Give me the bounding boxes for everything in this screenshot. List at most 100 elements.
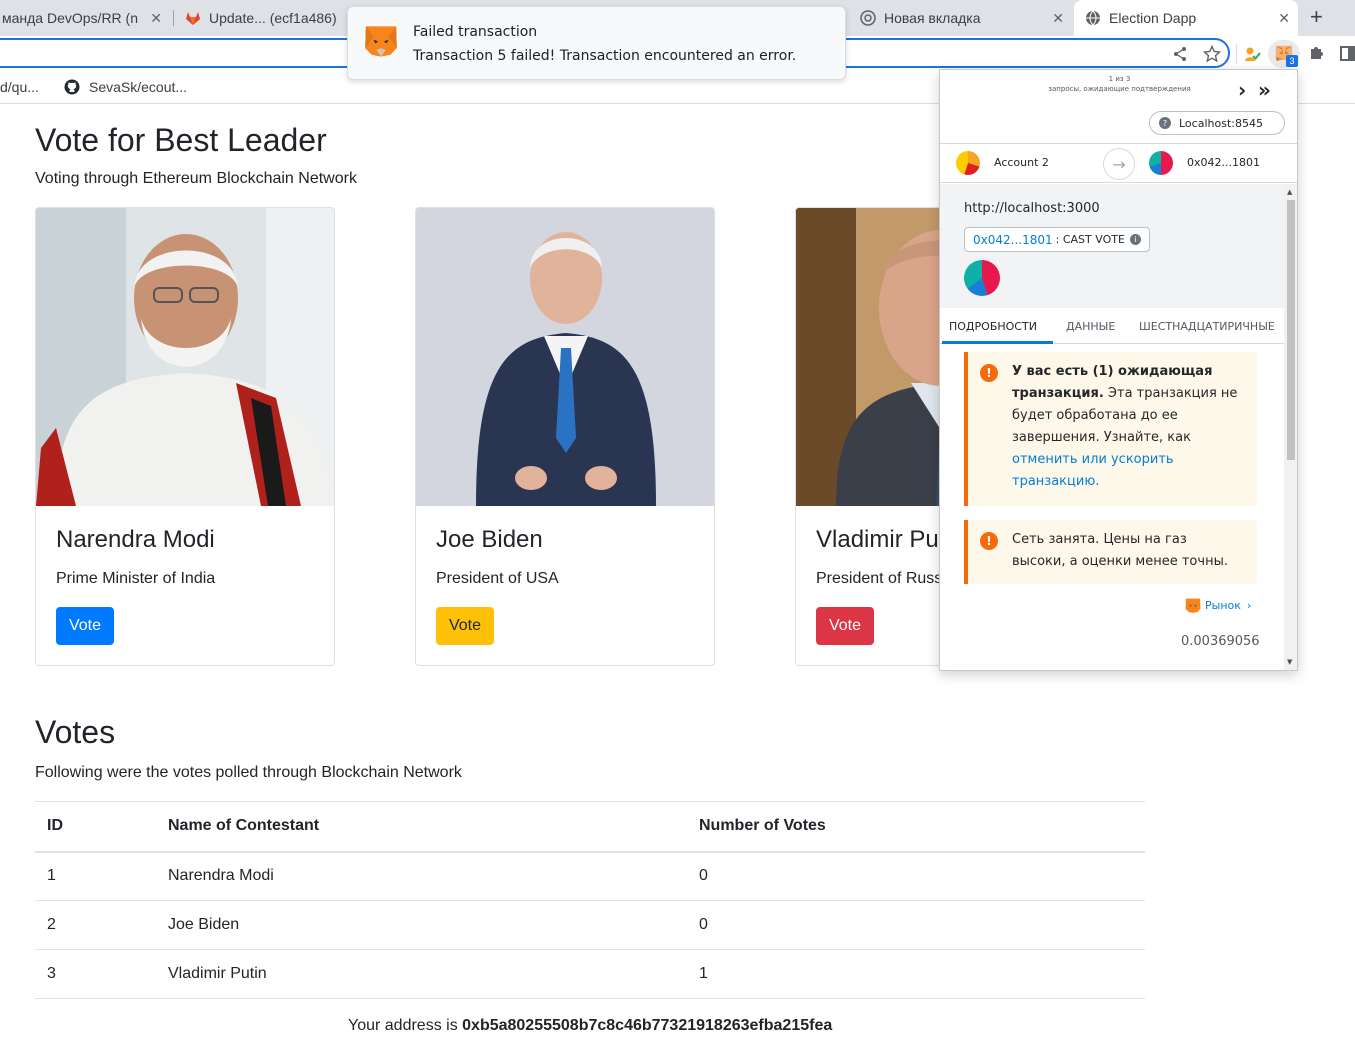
github-icon xyxy=(64,79,80,95)
close-icon[interactable]: ✕ xyxy=(1052,10,1064,27)
market-label: Рынок xyxy=(1205,599,1241,612)
to-account-address[interactable]: 0x042...1801 xyxy=(1187,156,1260,169)
candidate-role: Prime Minister of India xyxy=(56,570,216,587)
tab-election-dapp[interactable]: Election Dapp ✕ xyxy=(1074,0,1298,36)
cell-name: Narendra Modi xyxy=(156,851,687,901)
from-account-name: Account 2 xyxy=(994,156,1049,169)
cell-votes: 1 xyxy=(687,949,1145,999)
wallet-address: 0xb5a80255508b7c8c46b77321918263efba215f… xyxy=(462,1017,833,1034)
close-icon[interactable]: ✕ xyxy=(1278,10,1290,27)
notification-message: Transaction 5 failed! Transaction encoun… xyxy=(413,48,797,64)
question-icon: ? xyxy=(1159,117,1171,129)
table-header-row: ID Name of Contestant Number of Votes xyxy=(35,801,1145,853)
candidate-card: Joe Biden President of USA Vote xyxy=(415,207,715,666)
alert-text: У вас есть (1) ожидающая транзакция. Эта… xyxy=(1012,361,1242,493)
vote-button[interactable]: Vote xyxy=(436,607,494,645)
metamask-popup: 1 из 3 запросы, ожидающие подтверждения … xyxy=(939,69,1298,671)
gitlab-icon xyxy=(186,12,200,25)
bookmark-label: SevaSk/ecout... xyxy=(89,79,188,95)
arrow-right-icon: → xyxy=(1103,148,1135,180)
cancel-speedup-link[interactable]: отменить или ускорить транзакцию. xyxy=(1012,452,1174,489)
tab-new-tab[interactable]: Новая вкладка ✕ xyxy=(850,0,1072,36)
scroll-up-arrow[interactable]: ▲ xyxy=(1287,188,1292,196)
tab-label: манда DevOps/RR (n xyxy=(2,10,139,26)
candidate-role: President of Russia xyxy=(816,570,955,587)
last-request-icon[interactable]: » xyxy=(1258,78,1271,102)
votes-title: Votes xyxy=(35,714,116,750)
next-request-icon[interactable]: › xyxy=(1238,78,1246,102)
bookmark-label: d/qu... xyxy=(0,79,39,95)
scroll-down-arrow[interactable]: ▼ xyxy=(1287,658,1292,666)
table-row: 3 Vladimir Putin 1 xyxy=(35,949,1145,999)
metamask-fox-icon xyxy=(365,26,397,57)
new-tab-button[interactable]: + xyxy=(1310,6,1323,28)
vote-button[interactable]: Vote xyxy=(816,607,874,645)
votes-subtitle: Following were the votes polled through … xyxy=(35,764,462,781)
cell-name: Vladimir Putin xyxy=(156,949,687,999)
failed-transaction-notification[interactable]: Failed transaction Transaction 5 failed!… xyxy=(347,6,846,80)
origin-url: http://localhost:3000 xyxy=(964,201,1100,216)
cell-id: 1 xyxy=(35,851,156,901)
tab-label: Новая вкладка xyxy=(884,10,981,26)
network-busy-alert: ! Сеть занята. Цены на газ высоки, а оце… xyxy=(964,520,1257,584)
candidate-name: Narendra Modi xyxy=(56,526,215,553)
account-row: Account 2 → 0x042...1801 xyxy=(940,143,1297,183)
candidate-photo xyxy=(416,208,714,506)
alert-text: Сеть занята. Цены на газ высоки, а оценк… xyxy=(1012,532,1228,569)
tab-data[interactable]: ДАННЫЕ xyxy=(1066,320,1115,333)
tab-label: Update... (ecf1a486) xyxy=(209,10,337,26)
pending-transaction-alert: ! У вас есть (1) ожидающая транзакция. Э… xyxy=(964,352,1257,506)
globe-icon xyxy=(1086,10,1100,26)
bookmark-item[interactable]: SevaSk/ecout... xyxy=(64,79,187,95)
address-line: Your address is 0xb5a80255508b7c8c46b773… xyxy=(348,1017,832,1035)
vote-button[interactable]: Vote xyxy=(56,607,114,645)
contract-avatar xyxy=(964,260,1000,296)
cell-id: 3 xyxy=(35,949,156,999)
tab-devops[interactable]: манда DevOps/RR (n ✕ xyxy=(0,0,170,36)
cell-id: 2 xyxy=(35,900,156,950)
column-header-votes: Number of Votes xyxy=(687,801,1145,853)
votes-table: ID Name of Contestant Number of Votes 1 … xyxy=(35,801,1145,999)
page-title: Vote for Best Leader xyxy=(35,122,327,158)
extensions-puzzle-icon[interactable] xyxy=(1308,45,1325,62)
cell-votes: 0 xyxy=(687,900,1145,950)
extension-check-icon[interactable] xyxy=(1243,45,1261,63)
details-content: ! У вас есть (1) ожидающая транзакция. Э… xyxy=(940,344,1284,670)
metamask-extension-icon[interactable]: 3 xyxy=(1268,40,1300,68)
gas-value: 0.00369056 xyxy=(1181,634,1260,649)
method-name: : CAST VOTE xyxy=(1055,233,1125,246)
tab-details[interactable]: ПОДРОБНОСТИ xyxy=(949,320,1037,333)
detail-tabs: ПОДРОБНОСТИ ДАННЫЕ ШЕСТНАДЦАТИРИЧНЫЕ xyxy=(940,308,1284,344)
table-row: 1 Narendra Modi 0 xyxy=(35,851,1145,901)
extension-badge: 3 xyxy=(1286,55,1298,67)
scrollbar-thumb[interactable] xyxy=(1287,200,1295,460)
table-row: 2 Joe Biden 0 xyxy=(35,900,1145,950)
column-header-name: Name of Contestant xyxy=(156,801,687,853)
candidate-role: President of USA xyxy=(436,570,559,587)
confirmation-body: http://localhost:3000 0x042...1801 : CAS… xyxy=(940,184,1284,670)
warning-icon: ! xyxy=(980,532,998,550)
share-icon[interactable] xyxy=(1172,46,1188,62)
candidate-name: Joe Biden xyxy=(436,526,543,553)
tab-label: Election Dapp xyxy=(1109,10,1197,26)
network-name: Localhost:8545 xyxy=(1179,116,1263,130)
fox-icon xyxy=(1185,598,1201,613)
chrome-icon xyxy=(860,10,876,26)
close-icon[interactable]: ✕ xyxy=(150,10,162,27)
network-indicator[interactable]: ? Localhost:8545 xyxy=(1149,111,1285,135)
address-prefix: Your address is xyxy=(348,1017,463,1034)
candidate-photo xyxy=(36,208,334,506)
bookmark-star-icon[interactable] xyxy=(1203,45,1221,63)
tab-gitlab-update[interactable]: Update... (ecf1a486) xyxy=(175,0,347,36)
column-header-id: ID xyxy=(35,801,156,853)
bookmark-item[interactable]: d/qu... xyxy=(0,79,39,95)
method-pill[interactable]: 0x042...1801 : CAST VOTE i xyxy=(964,227,1150,252)
chevron-right-icon: › xyxy=(1246,599,1252,612)
info-icon: i xyxy=(1129,234,1141,245)
page-subtitle: Voting through Ethereum Blockchain Netwo… xyxy=(35,170,357,187)
from-account-avatar xyxy=(956,151,980,175)
side-panel-icon[interactable] xyxy=(1340,46,1355,61)
market-gas-button[interactable]: Рынок › xyxy=(1185,598,1251,613)
tab-hex[interactable]: ШЕСТНАДЦАТИРИЧНЫЕ xyxy=(1139,320,1275,333)
candidate-card: Narendra Modi Prime Minister of India Vo… xyxy=(35,207,335,666)
